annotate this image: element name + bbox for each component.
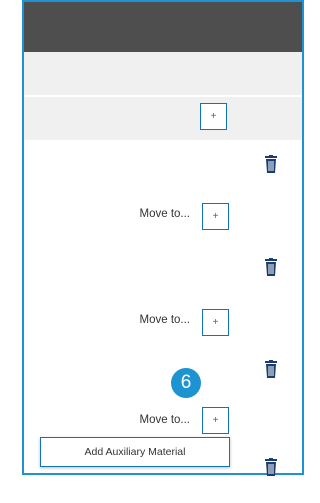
add-button[interactable]: + bbox=[202, 203, 229, 230]
menu-item-add-auxiliary-material[interactable]: Add Auxiliary Material bbox=[41, 438, 229, 466]
add-button[interactable]: + bbox=[202, 407, 229, 434]
step-badge: 6 bbox=[171, 368, 201, 398]
trash-icon[interactable] bbox=[263, 458, 279, 476]
item-panel bbox=[22, 0, 304, 475]
trash-icon[interactable] bbox=[263, 258, 279, 276]
add-button[interactable]: + bbox=[202, 309, 229, 336]
move-to-link[interactable]: Move to... bbox=[100, 314, 191, 326]
add-dropdown-menu: Add Auxiliary Material bbox=[40, 437, 230, 467]
panel-subheader bbox=[24, 52, 302, 95]
move-to-link[interactable]: Move to... bbox=[100, 208, 191, 220]
trash-icon[interactable] bbox=[263, 360, 279, 378]
group-row bbox=[24, 97, 302, 140]
move-to-link[interactable]: Move to... bbox=[100, 414, 191, 426]
add-button[interactable]: + bbox=[200, 103, 227, 130]
panel-header-bar bbox=[24, 2, 302, 52]
trash-icon[interactable] bbox=[263, 155, 279, 173]
